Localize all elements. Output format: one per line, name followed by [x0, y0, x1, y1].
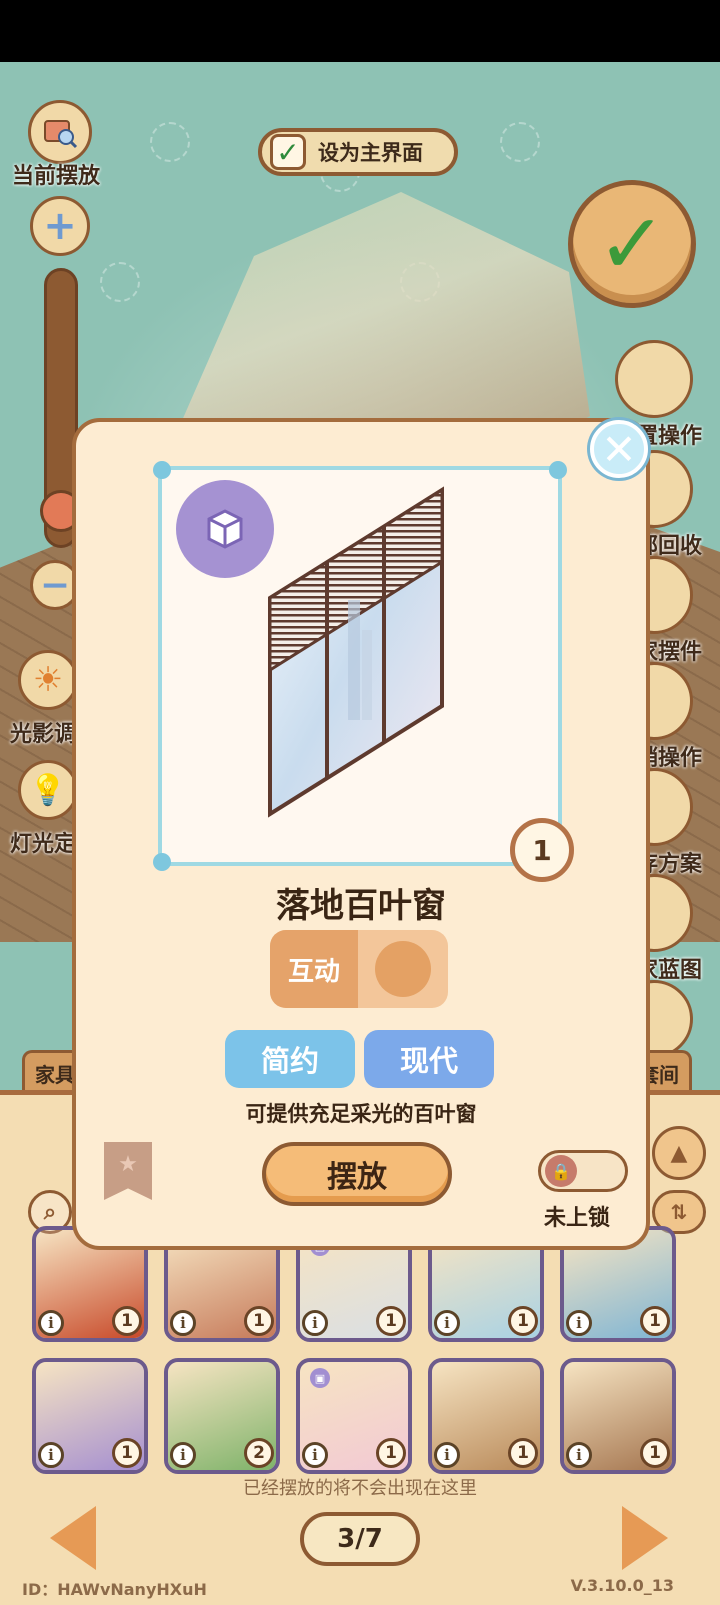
sun-icon: ☀ — [32, 660, 64, 700]
interact-icon-wrap — [358, 930, 448, 1008]
interactive-type-badge — [176, 480, 274, 578]
inventory-card[interactable]: i1 — [560, 1358, 676, 1474]
item-quantity: 1 — [510, 818, 574, 882]
lighting-button[interactable]: ☀ — [18, 650, 78, 710]
inventory-card[interactable]: ▣ i 1 — [296, 1358, 412, 1474]
interact-label: 互动 — [270, 930, 358, 1008]
info-icon[interactable]: i — [566, 1310, 592, 1336]
checkmark-icon[interactable]: ✓ — [270, 134, 306, 170]
inventory-card[interactable]: i2 — [164, 1358, 280, 1474]
interactive-badge-icon: ▣ — [310, 1368, 330, 1388]
item-title: 落地百叶窗 — [276, 886, 446, 926]
tab-furniture-label: 家具 — [35, 1063, 75, 1087]
plus-icon: + — [43, 203, 77, 249]
style-tag-simple: 简约 — [225, 1030, 355, 1088]
close-button[interactable]: ✕ — [590, 420, 648, 478]
lock-icon: 🔒 — [545, 1155, 577, 1187]
item-count: 1 — [640, 1438, 670, 1468]
next-page-button[interactable] — [622, 1506, 668, 1570]
inventory-card[interactable]: i1 — [32, 1358, 148, 1474]
zoom-in-button[interactable]: + — [30, 196, 90, 256]
inventory-grid: i1i1▣i1i1i1i1i2▣i1i1i1 — [32, 1226, 688, 1500]
game-version: V.3.10.0_13 — [570, 1576, 674, 1595]
furniture-box-icon — [375, 941, 431, 997]
interact-pill: 互动 — [270, 930, 448, 1008]
sun-decoration — [100, 262, 140, 302]
chevron-up-icon: ▲ — [670, 1140, 688, 1166]
layout-search-icon — [44, 120, 78, 149]
info-icon[interactable]: i — [566, 1442, 592, 1468]
item-count: 1 — [112, 1438, 142, 1468]
item-count: 1 — [376, 1306, 406, 1336]
light-bulb-icon: 💡 — [29, 772, 67, 808]
minus-icon: − — [39, 564, 71, 606]
set-main-toggle[interactable]: ✓ 设为主界面 — [258, 128, 458, 176]
item-count: 2 — [244, 1438, 274, 1468]
item-count: 1 — [640, 1306, 670, 1336]
close-icon: ✕ — [601, 424, 637, 474]
search-icon: ⌕ — [43, 1199, 57, 1225]
item-count: 1 — [112, 1306, 142, 1336]
lamp-label: 灯光定 — [10, 832, 77, 857]
sort-icon: ⇅ — [670, 1200, 688, 1224]
place-button[interactable]: 摆放 — [262, 1142, 452, 1206]
status-bar — [0, 0, 720, 62]
info-icon[interactable]: i — [434, 1442, 460, 1468]
operation-button[interactable] — [615, 340, 693, 418]
item-count: 1 — [376, 1438, 406, 1468]
big-checkmark-icon: ✓ — [596, 195, 668, 293]
inventory-hint: 已经摆放的将不会出现在这里 — [243, 1478, 477, 1499]
info-icon[interactable]: i — [302, 1442, 328, 1468]
info-icon[interactable]: i — [38, 1310, 64, 1336]
info-icon[interactable]: i — [38, 1442, 64, 1468]
sun-decoration — [500, 122, 540, 162]
furniture-box-icon — [207, 509, 243, 549]
lighting-label: 光影调 — [10, 722, 77, 747]
sun-decoration — [150, 122, 190, 162]
style-tag-modern: 现代 — [364, 1030, 494, 1088]
prev-page-button[interactable] — [50, 1506, 96, 1570]
page-indicator: 3/7 — [300, 1512, 420, 1566]
current-layout-button[interactable] — [28, 100, 92, 164]
item-description: 可提供充足采光的百叶窗 — [245, 1102, 477, 1126]
scroll-up-button[interactable]: ▲ — [652, 1126, 706, 1180]
confirm-button[interactable]: ✓ — [568, 180, 696, 308]
item-count: 1 — [244, 1306, 274, 1336]
lock-label: 未上锁 — [544, 1206, 611, 1231]
inventory-card[interactable]: i1 — [428, 1358, 544, 1474]
info-icon[interactable]: i — [302, 1310, 328, 1336]
star-icon: ★ — [118, 1152, 138, 1177]
current-layout-label: 当前摆放 — [12, 164, 101, 189]
lock-toggle[interactable]: 🔒 — [538, 1150, 628, 1192]
info-icon[interactable]: i — [434, 1310, 460, 1336]
player-id: ID：HAWvNanyHXuH — [22, 1580, 207, 1599]
info-icon[interactable]: i — [170, 1310, 196, 1336]
lamp-button[interactable]: 💡 — [18, 760, 78, 820]
item-count: 1 — [508, 1306, 538, 1336]
info-icon[interactable]: i — [170, 1442, 196, 1468]
set-main-label: 设为主界面 — [318, 141, 423, 165]
item-count: 1 — [508, 1438, 538, 1468]
